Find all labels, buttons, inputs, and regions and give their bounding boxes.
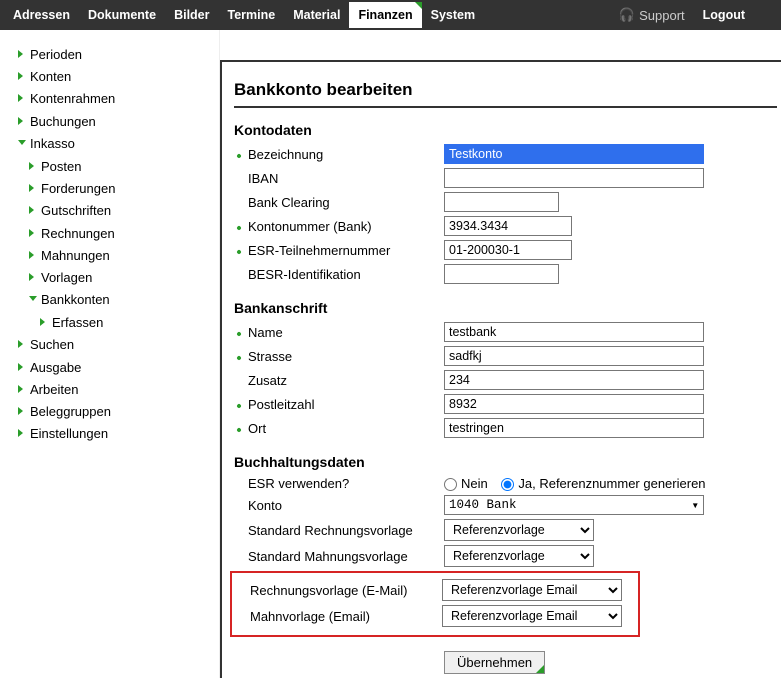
sidebar-item-inkasso[interactable]: Inkasso [18,133,215,155]
label-kontonr: Kontonummer (Bank) [234,219,444,234]
label-strasse: Strasse [234,349,444,364]
sidebar-item-suchen[interactable]: Suchen [18,334,215,356]
label-besr: BESR-Identifikation [234,267,444,282]
input-clearing[interactable] [444,192,559,212]
label-esrverw: ESR verwenden? [234,476,444,491]
input-iban[interactable] [444,168,704,188]
radio-nein[interactable] [444,478,457,491]
input-plz[interactable] [444,394,704,414]
chevron-down-icon: ▾ [691,497,699,513]
main-panel: Bankkonto bearbeiten Kontodaten Bezeichn… [220,60,781,678]
support-label: Support [639,8,685,23]
label-zusatz: Zusatz [234,373,444,388]
sidebar-item-forderungen[interactable]: Forderungen [29,178,215,200]
select-std-mahn[interactable]: Referenzvorlage [444,545,594,567]
section-buch-title: Buchhaltungsdaten [234,454,777,470]
sidebar-item-posten[interactable]: Posten [29,156,215,178]
input-name[interactable] [444,322,704,342]
label-email-mahn: Mahnvorlage (Email) [232,609,442,624]
label-bezeichnung: Bezeichnung [234,147,444,162]
label-ort: Ort [234,421,444,436]
sidebar-item-arbeiten[interactable]: Arbeiten [18,379,215,401]
label-std-mahn: Standard Mahnungsvorlage [234,549,444,564]
sidebar-item-beleggruppen[interactable]: Beleggruppen [18,401,215,423]
logout-link[interactable]: Logout [691,2,757,28]
submit-button[interactable]: Übernehmen [444,651,545,674]
topnav-bilder[interactable]: Bilder [165,2,218,28]
radio-nein-label: Nein [461,476,488,491]
label-esr: ESR-Teilnehmernummer [234,243,444,258]
support-link[interactable]: 🎧 Support [619,7,685,23]
input-strasse[interactable] [444,346,704,366]
input-ort[interactable] [444,418,704,438]
combo-konto-value: 1040 Bank [449,498,517,512]
sidebar-item-buchungen[interactable]: Buchungen [18,111,215,133]
page-title: Bankkonto bearbeiten [234,80,777,108]
select-std-rechn[interactable]: Referenzvorlage [444,519,594,541]
top-nav: AdressenDokumenteBilderTermineMaterialFi… [4,2,484,28]
sidebar-item-ausgabe[interactable]: Ausgabe [18,357,215,379]
section-kontodaten-title: Kontodaten [234,122,777,138]
topnav-termine[interactable]: Termine [219,2,285,28]
label-konto: Konto [234,498,444,513]
label-email-rechn: Rechnungsvorlage (E-Mail) [232,583,442,598]
sidebar-item-vorlagen[interactable]: Vorlagen [29,267,215,289]
radio-ja-label: Ja, Referenznummer generieren [518,476,705,491]
combo-konto[interactable]: 1040 Bank ▾ [444,495,704,515]
topnav-finanzen[interactable]: Finanzen [349,2,421,28]
radio-nein-wrapper[interactable]: Nein [444,476,488,491]
sidebar-item-bankkonten[interactable]: Bankkonten [29,289,215,311]
sidebar-item-gutschriften[interactable]: Gutschriften [29,200,215,222]
topnav-dokumente[interactable]: Dokumente [79,2,165,28]
sidebar-item-mahnungen[interactable]: Mahnungen [29,245,215,267]
sidebar-item-kontenrahmen[interactable]: Kontenrahmen [18,88,215,110]
label-plz: Postleitzahl [234,397,444,412]
label-std-rechn: Standard Rechnungsvorlage [234,523,444,538]
sidebar-item-konten[interactable]: Konten [18,66,215,88]
label-name: Name [234,325,444,340]
radio-ja-wrapper[interactable]: Ja, Referenznummer generieren [501,476,705,491]
highlighted-box: Rechnungsvorlage (E-Mail) Referenzvorlag… [230,571,640,637]
sidebar: PeriodenKontenKontenrahmenBuchungenInkas… [0,30,220,678]
select-email-rechn[interactable]: Referenzvorlage Email [442,579,622,601]
sidebar-item-rechnungen[interactable]: Rechnungen [29,223,215,245]
sidebar-item-erfassen[interactable]: Erfassen [40,312,215,334]
headset-icon: 🎧 [619,7,635,23]
label-clearing: Bank Clearing [234,195,444,210]
sidebar-item-perioden[interactable]: Perioden [18,44,215,66]
top-bar: AdressenDokumenteBilderTermineMaterialFi… [0,0,781,30]
select-email-mahn[interactable]: Referenzvorlage Email [442,605,622,627]
section-bankanschrift-title: Bankanschrift [234,300,777,316]
input-kontonr[interactable] [444,216,572,236]
top-nav-right: 🎧 Support Logout [619,2,777,28]
sidebar-item-einstellungen[interactable]: Einstellungen [18,423,215,445]
label-iban: IBAN [234,171,444,186]
topnav-system[interactable]: System [422,2,484,28]
input-bezeichnung[interactable] [444,144,704,164]
input-zusatz[interactable] [444,370,704,390]
topnav-material[interactable]: Material [284,2,349,28]
topnav-adressen[interactable]: Adressen [4,2,79,28]
input-esr[interactable] [444,240,572,260]
radio-ja[interactable] [501,478,514,491]
input-besr[interactable] [444,264,559,284]
